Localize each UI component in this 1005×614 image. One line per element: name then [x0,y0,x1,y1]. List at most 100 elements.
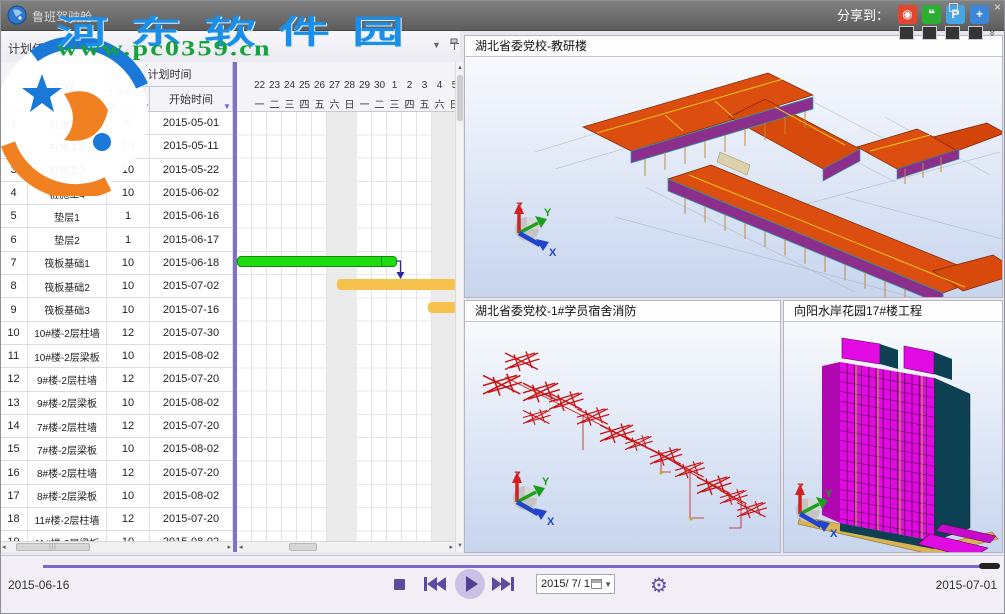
table-row[interactable]: 2桩施工2102015-05-11 [0,135,233,158]
model-view-dormitory-fire[interactable]: Z Y X [465,322,780,552]
gantt-day-label: 29 [357,80,372,91]
table-hscrollbar[interactable]: ◂ ||| ▸ [0,541,233,552]
range-start-date: 2015-06-16 [8,578,69,592]
window-stack-icon[interactable] [968,26,983,40]
chevron-more-icon[interactable]: » [986,30,998,36]
table-cell: 12 [107,415,150,437]
table-cell: 2015-07-16 [150,298,233,320]
hscroll-thumb[interactable] [289,543,317,551]
vscroll-thumb[interactable] [457,75,463,121]
filter-arrow-icon[interactable]: ▼ [142,103,150,111]
col-header-start-time[interactable]: 开始时间 ▼ [150,87,233,112]
table-row[interactable]: 1110#楼-2层梁板102015-08-02 [0,345,233,368]
gantt-day-label: 22 [252,80,267,91]
model-view-residential-tower[interactable]: Z Y X [784,322,1002,552]
window-stack-icon[interactable] [899,26,914,40]
table-cell: 桩施工1 [28,112,107,134]
next-button[interactable] [492,577,514,591]
settings-gear-icon[interactable]: ⚙ [650,573,668,597]
table-cell: 2015-07-20 [150,461,233,483]
table-row[interactable]: 157#楼-2层梁板102015-08-02 [0,438,233,461]
gantt-weekday-label: 日 [342,96,357,111]
table-cell: 10#楼-2层梁板 [28,345,107,367]
timeline-thumb[interactable] [979,563,1000,569]
table-cell: 2015-06-18 [150,252,233,274]
col-header-duration[interactable]: 工作日工期 ▼ [107,87,150,112]
pin-icon[interactable] [449,38,460,51]
scroll-left-icon[interactable]: ◂ [2,543,6,552]
table-row[interactable]: 1811#楼-2层柱墙122015-07-20 [0,508,233,531]
filter-arrow-icon[interactable]: ▼ [96,102,104,110]
play-button[interactable] [455,569,485,599]
scroll-up-icon[interactable]: ▲ [456,64,464,72]
table-cell: 9#楼-2层梁板 [28,392,107,414]
table-row[interactable]: 1010#楼-2层柱墙122015-07-30 [0,322,233,345]
svg-text:X: X [830,528,838,540]
table-cell: 10 [107,298,150,320]
table-cell: 2015-07-30 [150,322,233,344]
table-cell: 10#楼-2层柱墙 [28,322,107,344]
table-row[interactable]: 5垫层112015-06-16 [0,205,233,228]
window-stack-icon[interactable] [922,26,937,40]
table-row[interactable]: 1911#楼-2层梁板102015-08-02 [0,531,233,541]
close-button[interactable]: × [994,0,1001,14]
table-row[interactable]: 3桩施工3102015-05-22 [0,159,233,182]
gantt-hscrollbar[interactable]: ◂ ▸ [237,541,455,552]
table-cell: 桩施工4 [28,182,107,204]
scroll-right-icon[interactable]: ▸ [449,543,453,552]
scroll-left-icon[interactable]: ◂ [239,543,243,552]
window-stack-icon[interactable] [945,26,960,40]
gantt-day-label: 26 [312,80,327,91]
hscroll-thumb[interactable]: ||| [16,543,90,551]
stop-button[interactable] [394,579,405,590]
table-row[interactable]: 7筏板基础1102015-06-18 [0,252,233,275]
timeline-track[interactable] [43,565,981,568]
table-cell: 2015-07-20 [150,508,233,530]
wechat-icon[interactable]: ❝ [922,5,941,24]
viewport-title: 向阳水岸花园17#楼工程 [784,301,1002,322]
table-row[interactable]: 139#楼-2层梁板102015-08-02 [0,392,233,415]
table-cell: 9 [107,112,150,134]
maximize-button[interactable] [949,3,958,12]
table-cell: 18 [0,508,28,530]
axis-triad: Z Y X [784,480,844,540]
current-date-picker[interactable]: 2015/ 7/ 1 ▼ [536,574,615,594]
weibo-icon[interactable]: ◉ [898,5,917,24]
gantt-day-label: 27 [327,80,342,91]
table-cell: 13 [0,392,28,414]
table-cell: 筏板基础1 [28,252,107,274]
share-more-icon[interactable]: + [970,5,989,24]
table-row[interactable]: 147#楼-2层柱墙122015-07-20 [0,415,233,438]
filter-arrow-icon[interactable]: ▼ [223,103,231,111]
tab-plan-tasks[interactable]: 计划任务 [8,40,56,57]
scroll-right-icon[interactable]: ▸ [227,543,231,552]
table-gantt-splitter[interactable] [233,62,237,552]
svg-text:Z: Z [797,482,804,494]
table-cell: 15 [0,438,28,460]
gantt-body[interactable] [237,112,455,541]
table-row[interactable]: 1桩施工192015-05-01 [0,112,233,135]
gantt-weekday-label: 五 [417,96,432,111]
previous-button[interactable] [424,577,446,591]
table-row[interactable]: 6垫层212015-06-17 [0,228,233,251]
gantt-vscrollbar[interactable]: ▲ ▼ [455,62,463,552]
gantt-weekday-label: 二 [267,96,282,111]
gantt-day-label: 23 [267,80,282,91]
table-row[interactable]: 168#楼-2层柱墙122015-07-20 [0,461,233,484]
table-row[interactable]: 8筏板基础2102015-07-02 [0,275,233,298]
table-row[interactable]: 178#楼-2层梁板102015-08-02 [0,485,233,508]
calendar-icon [591,579,602,589]
panel-dropdown-icon[interactable]: ▼ [432,40,441,50]
gantt-day-label: 30 [372,80,387,91]
table-cell: 9 [0,298,28,320]
table-cell: 10 [107,135,150,157]
table-row[interactable]: 9筏板基础3102015-07-16 [0,298,233,321]
gantt-day-label: 2 [402,80,417,91]
table-cell: 1 [107,205,150,227]
table-row[interactable]: 4桩施工4102015-06-02 [0,182,233,205]
col-header-task-name[interactable]: 任务名称 ▼ [0,62,107,112]
table-cell: 11#楼-2层梁板 [28,531,107,541]
model-view-teaching-building[interactable]: Z Y X [465,57,1002,297]
scroll-down-icon[interactable]: ▼ [456,542,464,550]
table-row[interactable]: 129#楼-2层柱墙122015-07-20 [0,368,233,391]
